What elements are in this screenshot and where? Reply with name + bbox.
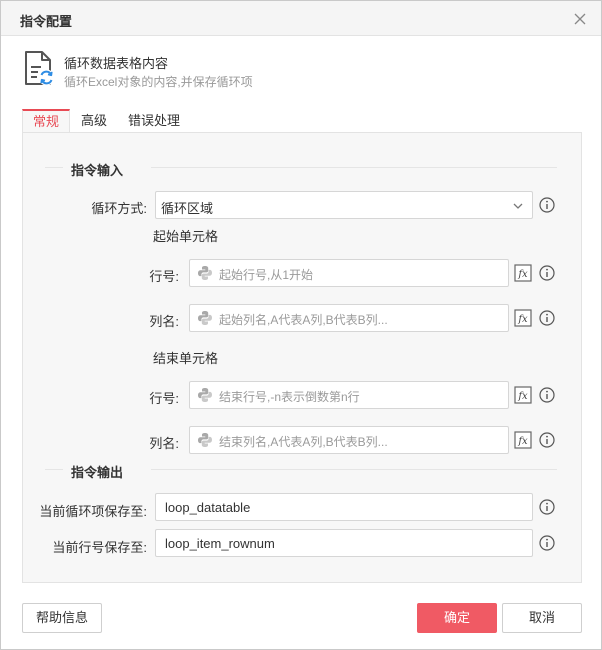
ok-button[interactable]: 确定 bbox=[417, 603, 497, 633]
excel-loop-icon bbox=[25, 51, 55, 86]
start-cell-title: 起始单元格 bbox=[153, 229, 219, 244]
row-num-save-label: 当前行号保存至: bbox=[52, 540, 147, 555]
start-col-input[interactable]: 起始列名,A代表A列,B代表B列... bbox=[189, 304, 509, 332]
end-row-placeholder: 结束行号,-n表示倒数第n行 bbox=[219, 390, 360, 404]
loop-item-save-input[interactable]: loop_datatable bbox=[155, 493, 533, 521]
svg-text:fx: fx bbox=[517, 436, 528, 447]
end-row-input[interactable]: 结束行号,-n表示倒数第n行 bbox=[189, 381, 509, 409]
command-name: 循环数据表格内容 bbox=[64, 56, 169, 71]
loop-mode-label: 循环方式: bbox=[91, 201, 147, 216]
help-button[interactable]: 帮助信息 bbox=[22, 603, 102, 633]
fx-icon[interactable]: fx bbox=[514, 386, 532, 404]
dialog-title: 指令配置 bbox=[20, 14, 73, 29]
end-col-placeholder: 结束列名,A代表A列,B代表B列... bbox=[219, 435, 388, 449]
info-icon[interactable] bbox=[539, 432, 555, 448]
end-cell-title: 结束单元格 bbox=[153, 351, 219, 366]
start-row-input[interactable]: 起始行号,从1开始 bbox=[189, 259, 509, 287]
python-icon bbox=[198, 266, 212, 280]
python-icon bbox=[198, 433, 212, 447]
command-description: 循环Excel对象的内容,并保存循环项 bbox=[64, 75, 253, 89]
loop-mode-value: 循环区域 bbox=[161, 201, 214, 216]
info-icon[interactable] bbox=[539, 387, 555, 403]
python-icon bbox=[198, 311, 212, 325]
info-icon[interactable] bbox=[539, 197, 555, 213]
start-row-label: 行号: bbox=[149, 269, 179, 284]
start-col-label: 列名: bbox=[149, 314, 179, 329]
info-icon[interactable] bbox=[539, 310, 555, 326]
fx-icon[interactable]: fx bbox=[514, 264, 532, 282]
command-config-dialog: 指令配置 循环数据表格内容 循环Excel对象的内容,并保存循环项 常规 高级 … bbox=[0, 0, 602, 650]
cancel-button[interactable]: 取消 bbox=[502, 603, 582, 633]
fx-icon[interactable]: fx bbox=[514, 309, 532, 327]
svg-text:fx: fx bbox=[517, 269, 528, 280]
row-num-save-input[interactable]: loop_item_rownum bbox=[155, 529, 533, 557]
section-divider bbox=[151, 167, 557, 168]
output-section-title: 指令输出 bbox=[71, 465, 124, 480]
python-icon bbox=[198, 388, 212, 402]
close-icon[interactable] bbox=[572, 11, 588, 27]
tab-error-handling[interactable]: 错误处理 bbox=[122, 109, 186, 133]
row-num-save-value: loop_item_rownum bbox=[165, 536, 275, 551]
tab-general[interactable]: 常规 bbox=[22, 109, 70, 134]
svg-text:fx: fx bbox=[517, 391, 528, 402]
loop-item-save-value: loop_datatable bbox=[165, 500, 251, 515]
info-icon[interactable] bbox=[539, 535, 555, 551]
start-row-placeholder: 起始行号,从1开始 bbox=[219, 268, 314, 282]
info-icon[interactable] bbox=[539, 499, 555, 515]
section-divider bbox=[45, 469, 63, 470]
end-row-label: 行号: bbox=[149, 391, 179, 406]
end-col-label: 列名: bbox=[149, 436, 179, 451]
info-icon[interactable] bbox=[539, 265, 555, 281]
chevron-down-icon bbox=[513, 203, 523, 209]
loop-mode-select[interactable]: 循环区域 bbox=[155, 191, 533, 219]
fx-icon[interactable]: fx bbox=[514, 431, 532, 449]
input-section-title: 指令输入 bbox=[71, 163, 124, 178]
end-col-input[interactable]: 结束列名,A代表A列,B代表B列... bbox=[189, 426, 509, 454]
general-panel: 指令输入 循环方式: 循环区域 起始单元格 行号: 起始行号,从1开始 fx 列… bbox=[22, 132, 582, 583]
dialog-titlebar: 指令配置 bbox=[1, 1, 601, 36]
start-col-placeholder: 起始列名,A代表A列,B代表B列... bbox=[219, 313, 388, 327]
section-divider bbox=[151, 469, 557, 470]
loop-item-save-label: 当前循环项保存至: bbox=[39, 504, 147, 519]
tab-advanced[interactable]: 高级 bbox=[74, 109, 114, 133]
svg-text:fx: fx bbox=[517, 314, 528, 325]
section-divider bbox=[45, 167, 63, 168]
tab-bar: 常规 高级 错误处理 bbox=[22, 109, 582, 134]
